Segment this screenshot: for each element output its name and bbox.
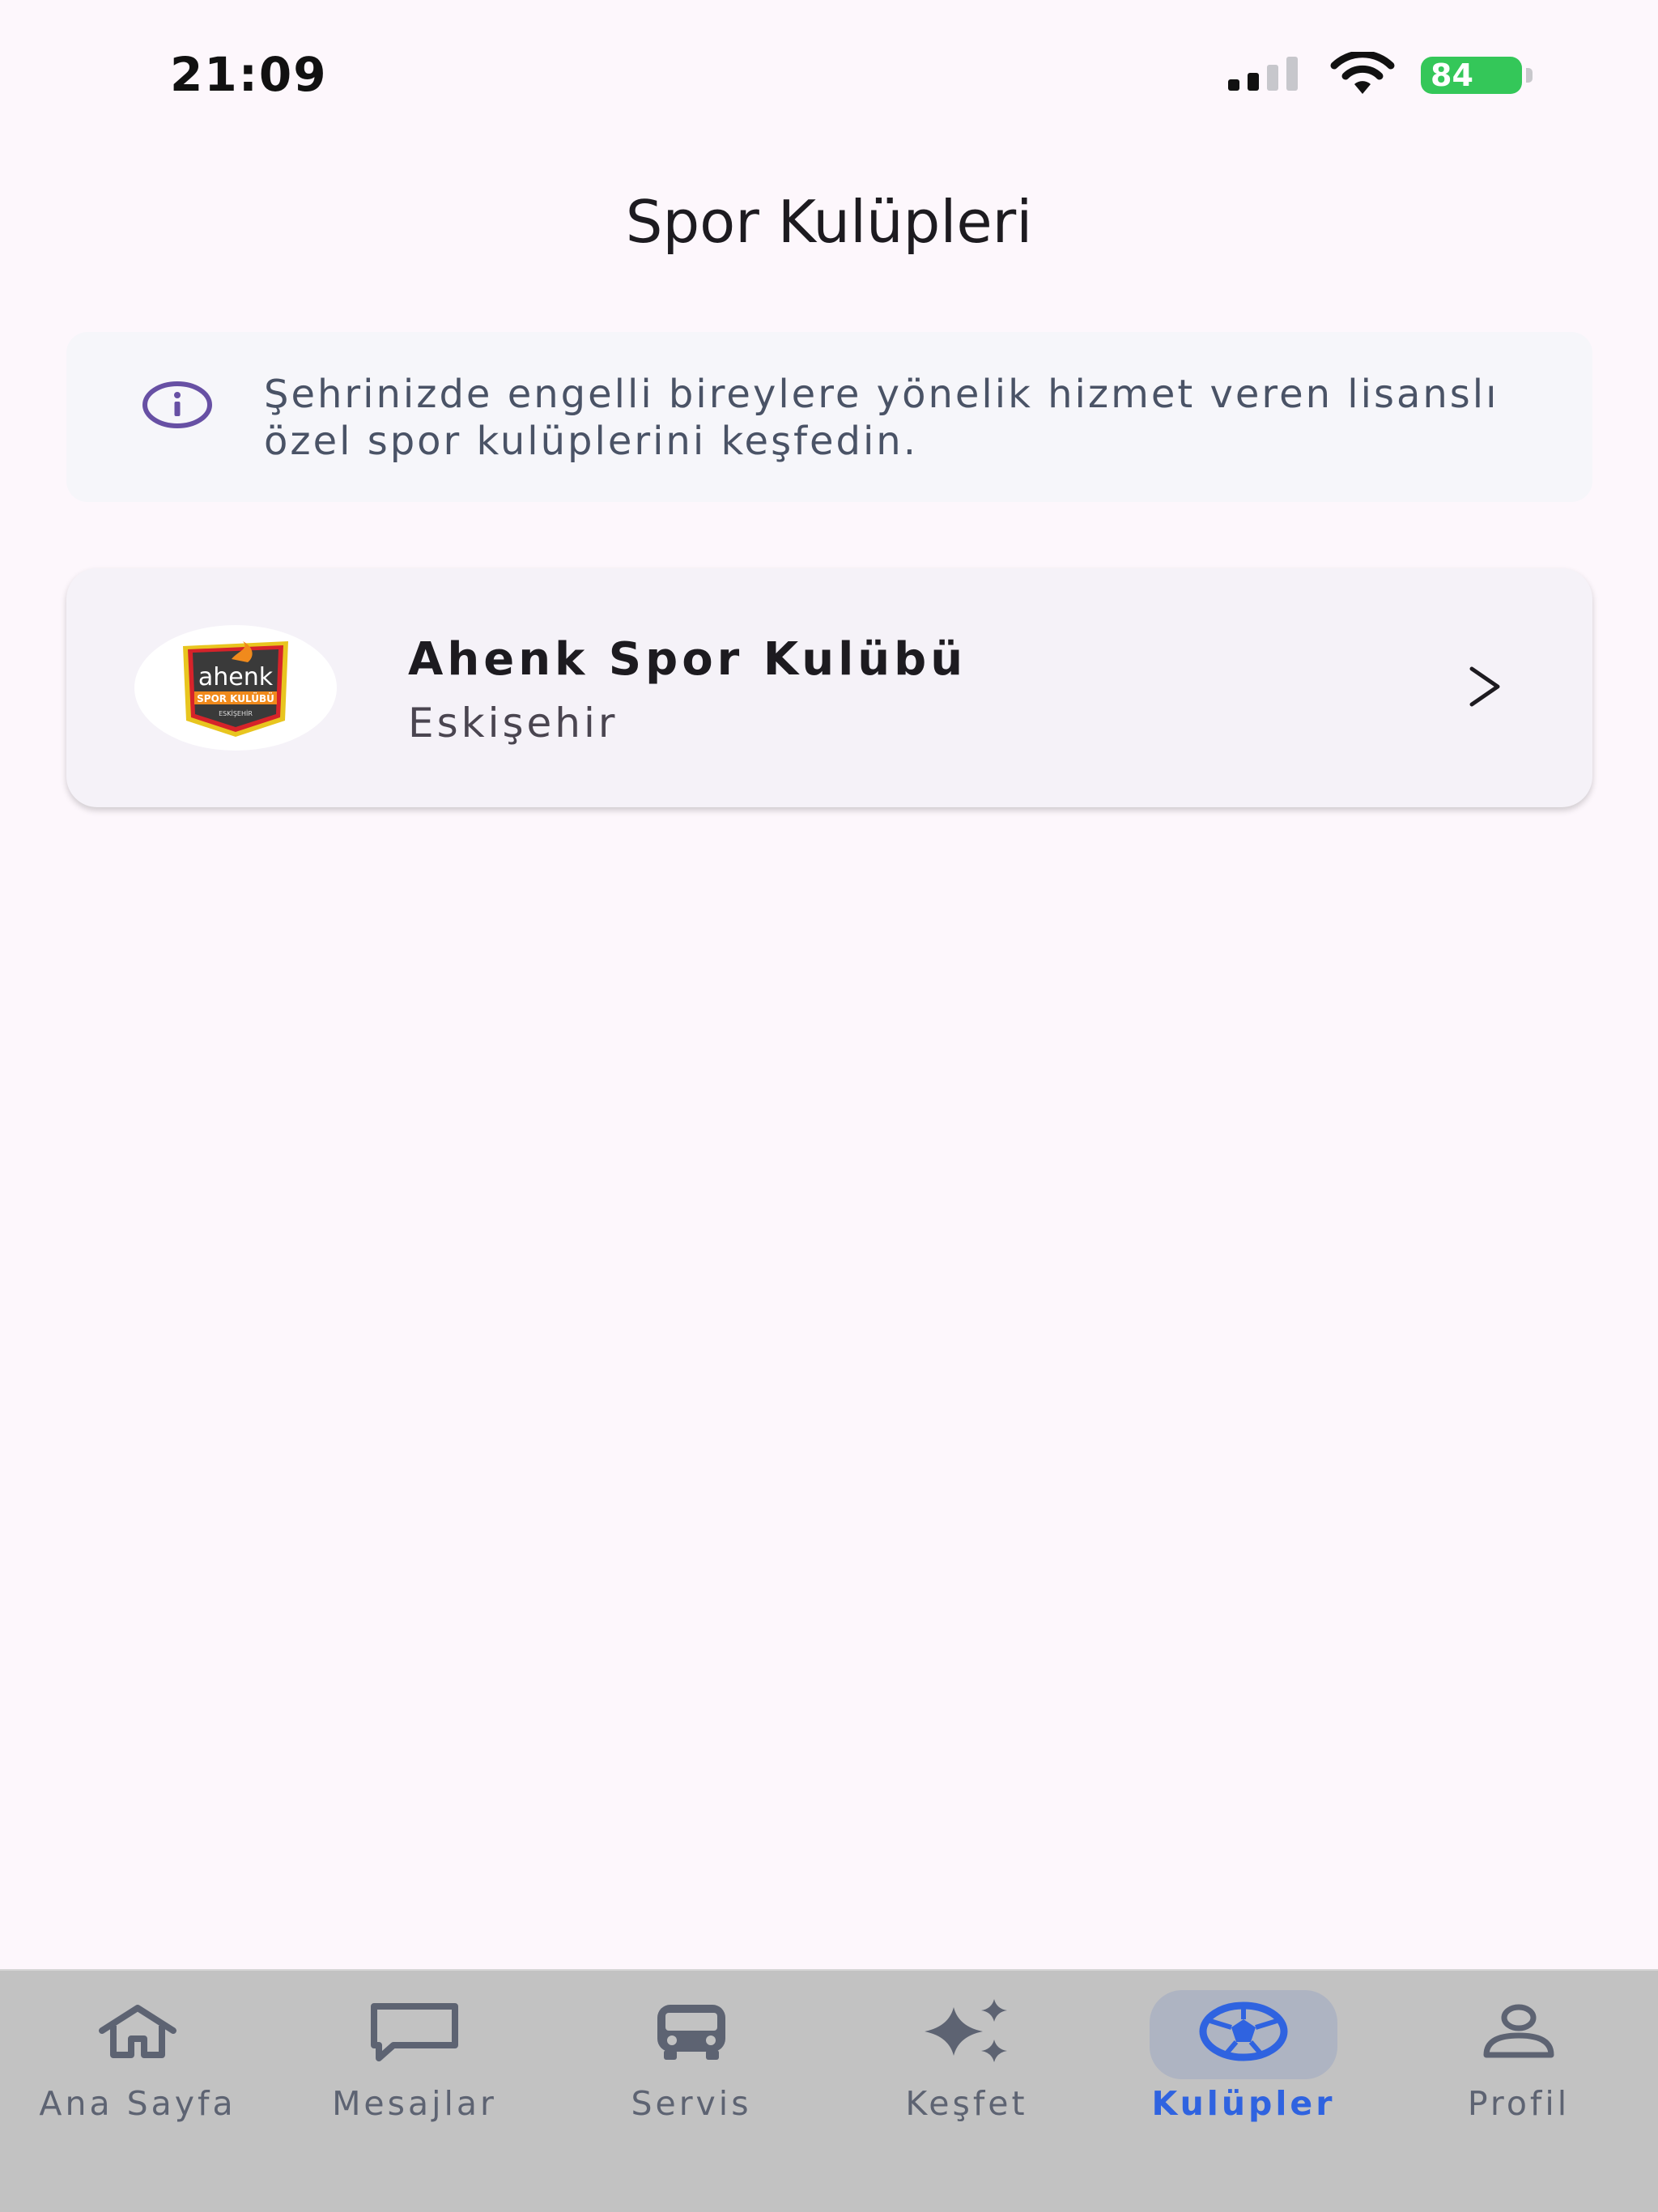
- battery-icon: 84: [1421, 57, 1522, 94]
- person-icon: [1483, 2004, 1554, 2058]
- nav-label: Ana Sayfa: [39, 2084, 236, 2123]
- battery-level: 84: [1431, 57, 1473, 93]
- nav-label: Kulüpler: [1151, 2084, 1336, 2123]
- club-card[interactable]: ahenk SPOR KULÜBÜ ESKİŞEHİR Ahenk Spor K…: [66, 568, 1592, 807]
- ahenk-logo-image: ahenk SPOR KULÜBÜ ESKİŞEHİR: [183, 641, 288, 737]
- nav-label: Profil: [1467, 2084, 1571, 2123]
- bottom-navigation: Ana Sayfa Mesajlar Servis Keşfet Kulüple…: [0, 1969, 1658, 2212]
- sparkle-icon: [925, 1999, 1007, 2062]
- club-name: Ahenk Spor Kulübü: [408, 633, 967, 686]
- nav-item-profil[interactable]: Profil: [1381, 1987, 1656, 2149]
- page-title: Spor Kulüpleri: [625, 188, 1033, 256]
- nav-label: Keşfet: [905, 2084, 1028, 2123]
- wifi-icon: [1330, 52, 1395, 94]
- info-banner: Şehrinizde engelli bireylere yönelik hiz…: [66, 332, 1592, 502]
- club-city: Eskişehir: [408, 700, 619, 747]
- nav-label: Servis: [631, 2084, 752, 2123]
- info-icon: [142, 381, 212, 428]
- status-icons: 84: [1226, 52, 1534, 100]
- logo-footer: ESKİŞEHİR: [219, 709, 253, 717]
- nav-label: Mesajlar: [332, 2084, 497, 2123]
- bus-icon: [657, 2005, 725, 2060]
- status-bar: 21:09 84: [0, 0, 1658, 154]
- home-icon: [99, 2005, 176, 2058]
- nav-item-servis[interactable]: Servis: [554, 1987, 829, 2149]
- club-logo: ahenk SPOR KULÜBÜ ESKİŞEHİR: [134, 625, 337, 751]
- nav-item-mesajlar[interactable]: Mesajlar: [277, 1987, 552, 2149]
- nav-item-ana-sayfa[interactable]: Ana Sayfa: [0, 1987, 275, 2149]
- app-screen: 21:09 84 Spor Kulüpleri Şehrinizde engel…: [0, 0, 1658, 2212]
- cellular-signal-icon: [1228, 57, 1298, 91]
- battery-cap-icon: [1526, 68, 1533, 83]
- message-icon: [371, 2003, 458, 2061]
- logo-banner: SPOR KULÜBÜ: [197, 692, 274, 704]
- nav-item-kesfet[interactable]: Keşfet: [829, 1987, 1104, 2149]
- chevron-right-icon[interactable]: [1467, 664, 1503, 709]
- nav-item-kulupler[interactable]: Kulüpler: [1106, 1987, 1381, 2149]
- status-time: 21:09: [170, 47, 328, 102]
- info-text: Şehrinizde engelli bireylere yönelik hiz…: [264, 372, 1499, 464]
- soccer-ball-icon: [1199, 2001, 1288, 2061]
- logo-word: ahenk: [198, 663, 274, 691]
